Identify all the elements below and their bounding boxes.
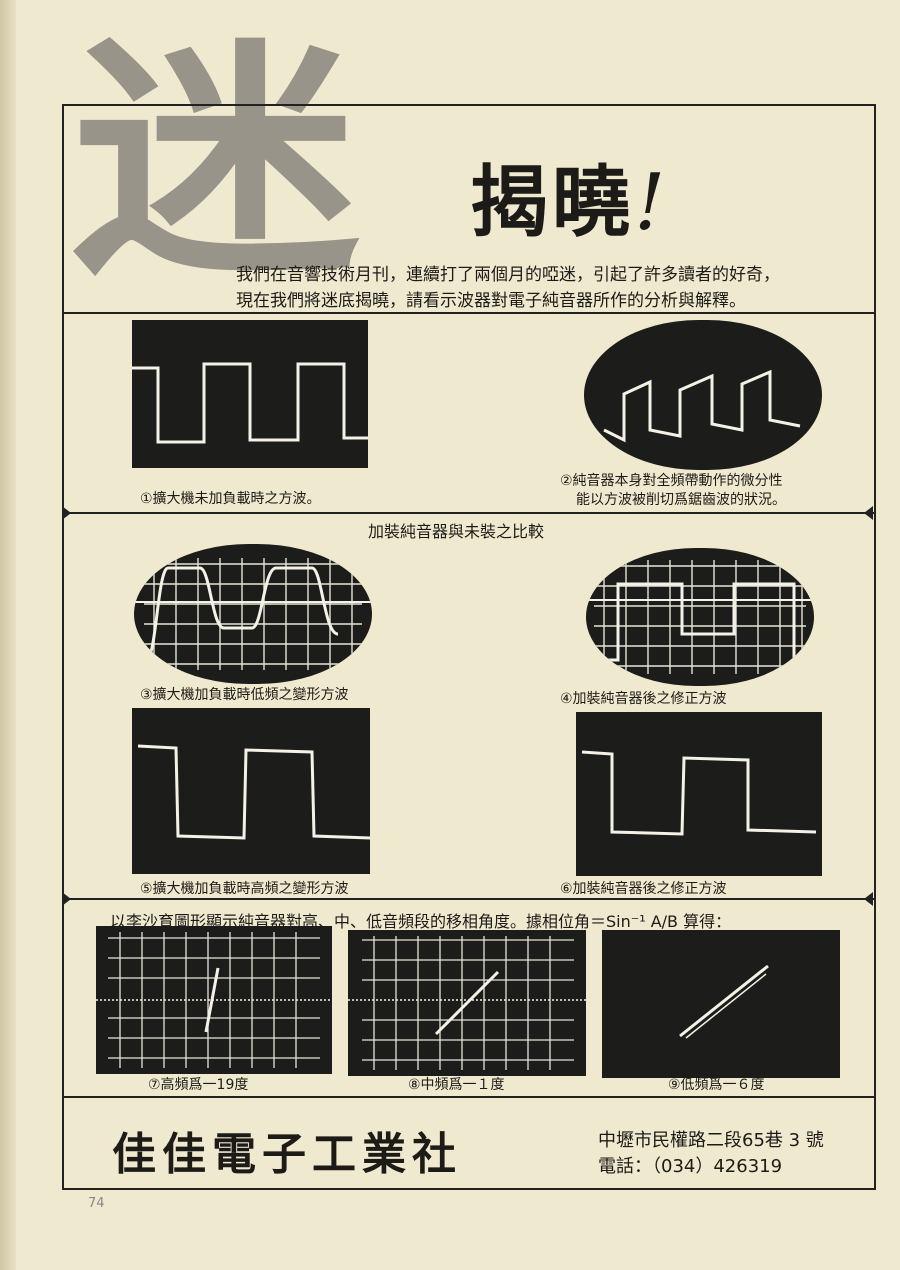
oscilloscope-photo-5	[132, 708, 370, 874]
company-phone: 電話：（034）426319	[598, 1156, 783, 1177]
oscilloscope-photo-3	[134, 544, 372, 684]
caption-4: ④加裝純音器後之修正方波	[560, 691, 727, 707]
company-contact: 中壢市民權路二段65巷 3 號 電話：（034）426319	[598, 1128, 824, 1180]
caption-2-line-1: ②純音器本身對全頻帶動作的微分性	[560, 473, 783, 489]
intro-line-1: 我們在音響技術月刊，連續打了兩個月的啞迷，引起了許多讀者的好奇，	[236, 265, 780, 285]
title-exclamation: !	[634, 158, 670, 248]
oscilloscope-photo-4	[586, 548, 814, 686]
title-text: 揭曉	[470, 158, 635, 248]
compare-section-title: 加裝純音器與未裝之比較	[368, 522, 545, 541]
intro-line-2: 現在我們將迷底揭曉，請看示波器對電子純音器所作的分析與解釋。	[236, 291, 746, 311]
oscilloscope-photo-1	[132, 320, 368, 468]
page-title: 揭曉!	[470, 140, 669, 252]
caption-3: ③擴大機加負載時低頻之變形方波	[140, 687, 349, 703]
divider-marker-right	[864, 506, 873, 520]
divider-compare	[62, 512, 874, 514]
oscilloscope-photo-2	[584, 320, 822, 470]
divider-top	[62, 312, 874, 314]
divider-marker-left	[62, 506, 71, 520]
intro-text: 我們在音響技術月刊，連續打了兩個月的啞迷，引起了許多讀者的好奇， 現在我們將迷底…	[236, 262, 876, 314]
lissajous-photo-mid	[348, 930, 586, 1076]
divider-footer	[62, 1096, 874, 1098]
caption-7: ⑦高頻爲一19度	[148, 1077, 249, 1093]
lissajous-photo-low	[602, 930, 840, 1078]
caption-9: ⑨低頻爲一６度	[668, 1077, 765, 1093]
caption-2-line-2: 能以方波被削切爲鋸齒波的狀況。	[576, 492, 786, 508]
lissajous-photo-high	[96, 926, 332, 1074]
caption-8: ⑧中頻爲一１度	[408, 1077, 505, 1093]
company-address: 中壢市民權路二段65巷 3 號	[598, 1130, 824, 1151]
caption-6: ⑥加裝純音器後之修正方波	[560, 881, 727, 897]
company-name: 佳佳電子工業社	[112, 1129, 462, 1180]
caption-5: ⑤擴大機加負載時高頻之變形方波	[140, 881, 349, 897]
divider-marker-left-2	[62, 892, 71, 906]
page-binding-edge	[0, 0, 16, 1270]
caption-1: ①擴大機未加負載時之方波。	[140, 491, 321, 507]
oscilloscope-photo-6	[576, 712, 822, 876]
page-number: 74	[88, 1196, 105, 1211]
divider-marker-right-2	[864, 892, 873, 906]
